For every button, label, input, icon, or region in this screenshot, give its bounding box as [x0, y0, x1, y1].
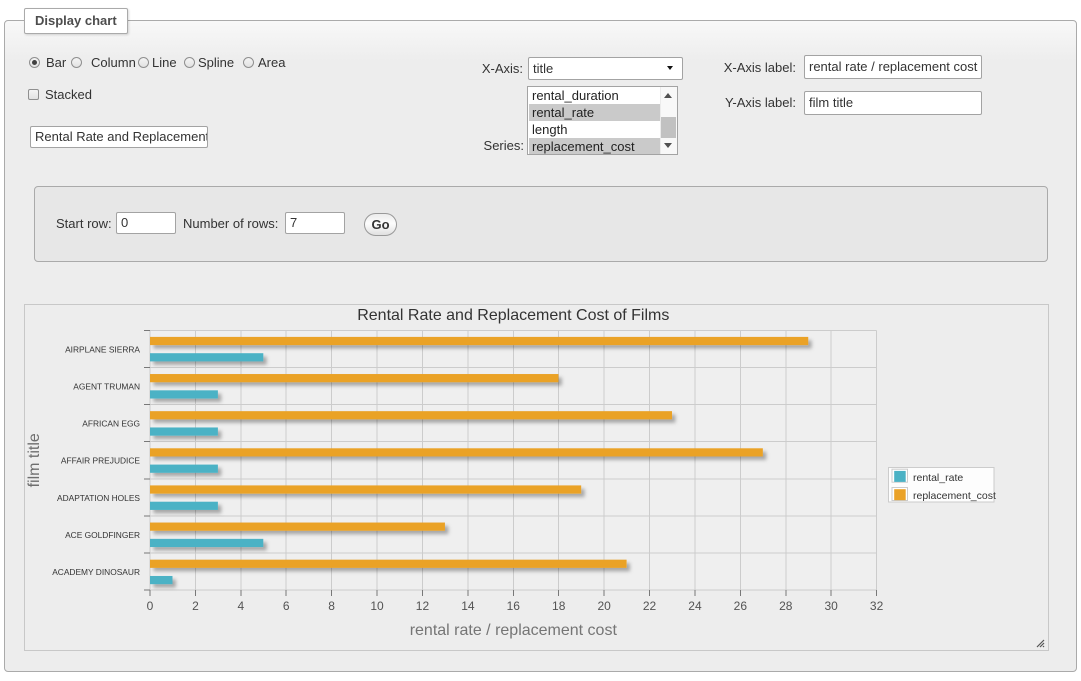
svg-text:26: 26 — [734, 599, 748, 613]
svg-text:8: 8 — [328, 599, 335, 613]
svg-text:24: 24 — [688, 599, 702, 613]
svg-text:AIRPLANE SIERRA: AIRPLANE SIERRA — [65, 344, 140, 354]
svg-text:28: 28 — [779, 599, 793, 613]
svg-text:2: 2 — [192, 599, 199, 613]
svg-text:ACE GOLDFINGER: ACE GOLDFINGER — [65, 530, 140, 540]
svg-text:20: 20 — [597, 599, 611, 613]
svg-text:30: 30 — [825, 599, 839, 613]
svg-text:ACADEMY DINOSAUR: ACADEMY DINOSAUR — [52, 567, 140, 577]
svg-text:replacement_cost: replacement_cost — [913, 490, 996, 502]
svg-text:rental_rate: rental_rate — [913, 472, 963, 484]
svg-text:4: 4 — [237, 599, 244, 613]
svg-text:22: 22 — [643, 599, 657, 613]
svg-text:32: 32 — [870, 599, 884, 613]
svg-text:AFRICAN EGG: AFRICAN EGG — [82, 419, 140, 429]
svg-text:ADAPTATION HOLES: ADAPTATION HOLES — [57, 493, 140, 503]
svg-text:film title: film title — [26, 433, 43, 487]
svg-text:10: 10 — [370, 599, 384, 613]
svg-text:18: 18 — [552, 599, 566, 613]
svg-text:16: 16 — [507, 599, 521, 613]
svg-text:rental rate / replacement cost: rental rate / replacement cost — [410, 622, 618, 639]
svg-text:Rental Rate and Replacement Co: Rental Rate and Replacement Cost of Film… — [357, 307, 669, 324]
svg-text:14: 14 — [461, 599, 475, 613]
svg-text:0: 0 — [147, 599, 154, 613]
svg-text:AGENT TRUMAN: AGENT TRUMAN — [73, 381, 140, 391]
svg-text:12: 12 — [416, 599, 430, 613]
svg-text:6: 6 — [283, 599, 290, 613]
svg-text:AFFAIR PREJUDICE: AFFAIR PREJUDICE — [61, 456, 141, 466]
